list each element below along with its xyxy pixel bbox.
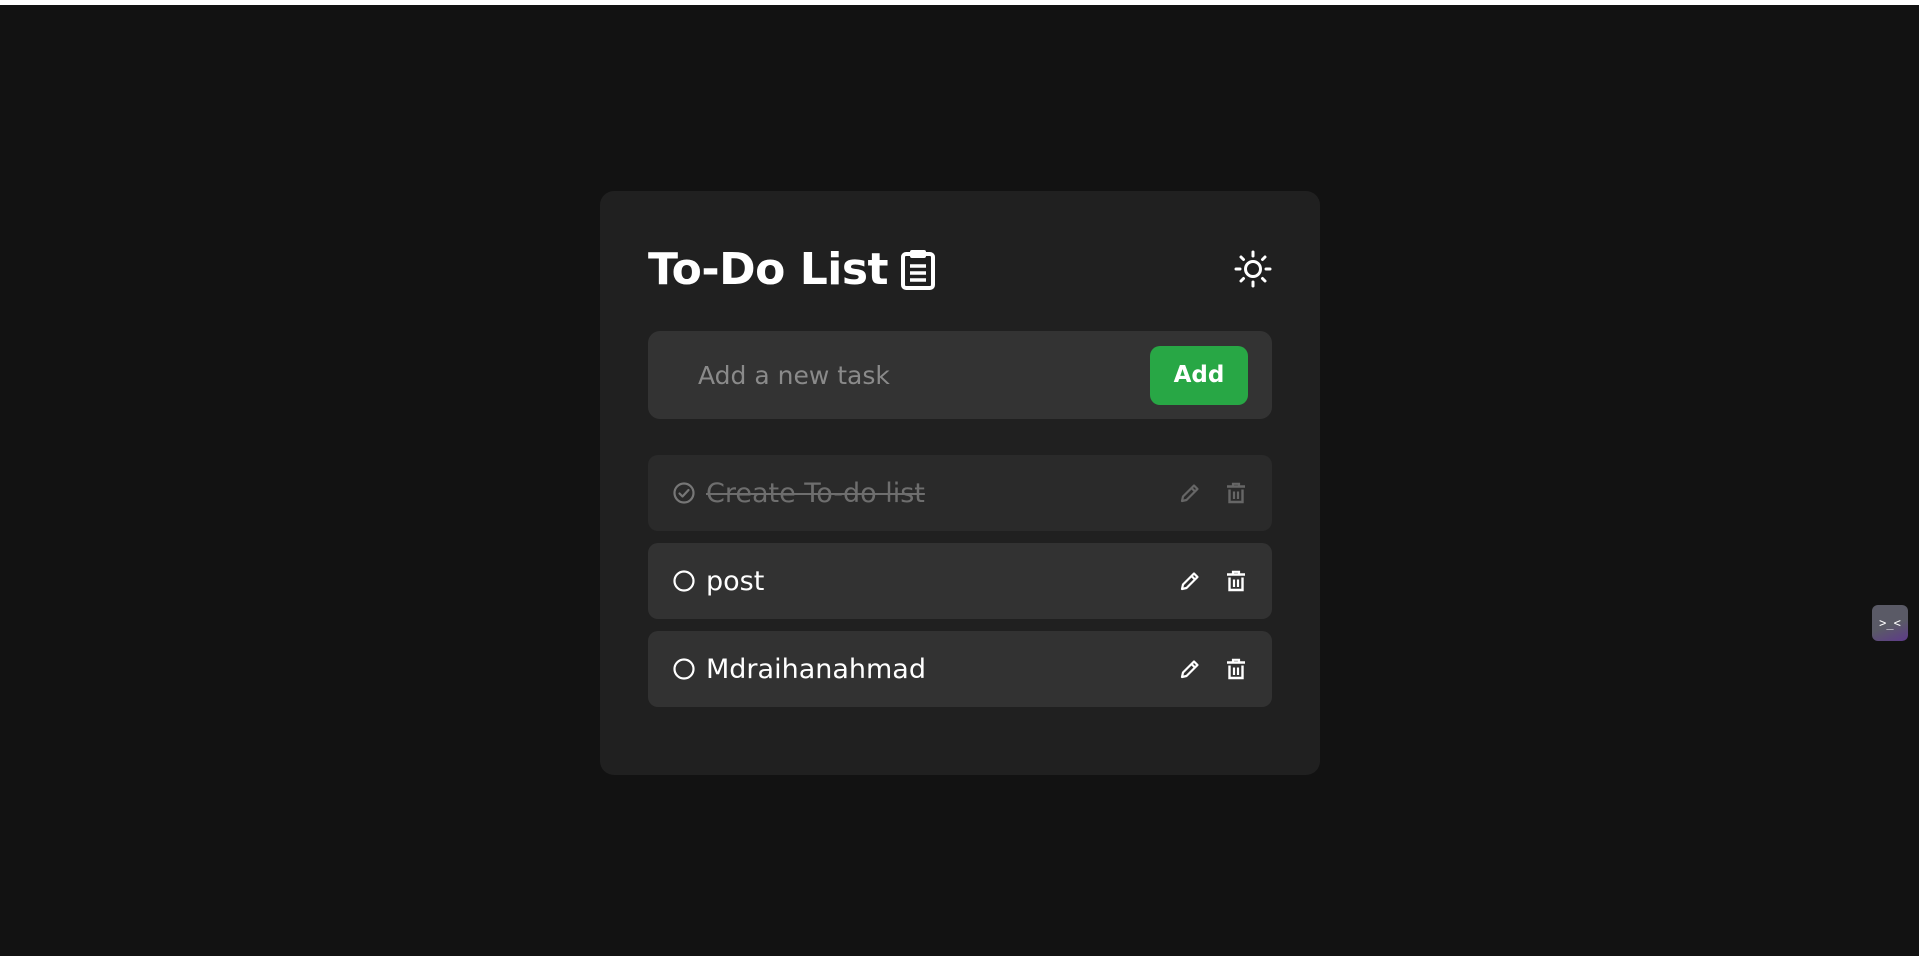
- top-border: [0, 0, 1919, 5]
- todo-card: To-Do List Add a new task Add Create To-…: [600, 191, 1320, 775]
- task-actions: [1178, 569, 1248, 593]
- task-text: post: [706, 565, 765, 597]
- page-title: To-Do List: [648, 243, 889, 295]
- theme-toggle-sun-icon[interactable]: [1234, 250, 1272, 288]
- check-circle-icon[interactable]: [672, 481, 696, 505]
- trash-icon[interactable]: [1224, 481, 1248, 505]
- trash-icon[interactable]: [1224, 569, 1248, 593]
- todo-header: To-Do List: [648, 239, 1272, 299]
- task-item: post: [648, 543, 1272, 619]
- pencil-icon[interactable]: [1178, 569, 1202, 593]
- pencil-icon[interactable]: [1178, 481, 1202, 505]
- task-actions: [1178, 481, 1248, 505]
- circle-icon[interactable]: [672, 657, 696, 681]
- task-item: Mdraihanahmad: [648, 631, 1272, 707]
- title-group: To-Do List: [648, 244, 936, 295]
- pencil-icon[interactable]: [1178, 657, 1202, 681]
- new-task-input[interactable]: [696, 359, 1150, 391]
- add-task-button[interactable]: Add: [1150, 345, 1248, 405]
- clipboard-icon: [900, 248, 936, 290]
- new-task-row: Add: [648, 331, 1272, 419]
- task-item: Create To-do list: [648, 455, 1272, 531]
- circle-icon[interactable]: [672, 569, 696, 593]
- task-text: Create To-do list: [706, 477, 925, 509]
- task-list: Create To-do list post Mdraihanahmad: [648, 455, 1272, 707]
- floating-widget-button[interactable]: >_<: [1872, 605, 1908, 641]
- task-text: Mdraihanahmad: [706, 653, 926, 685]
- task-actions: [1178, 657, 1248, 681]
- trash-icon[interactable]: [1224, 657, 1248, 681]
